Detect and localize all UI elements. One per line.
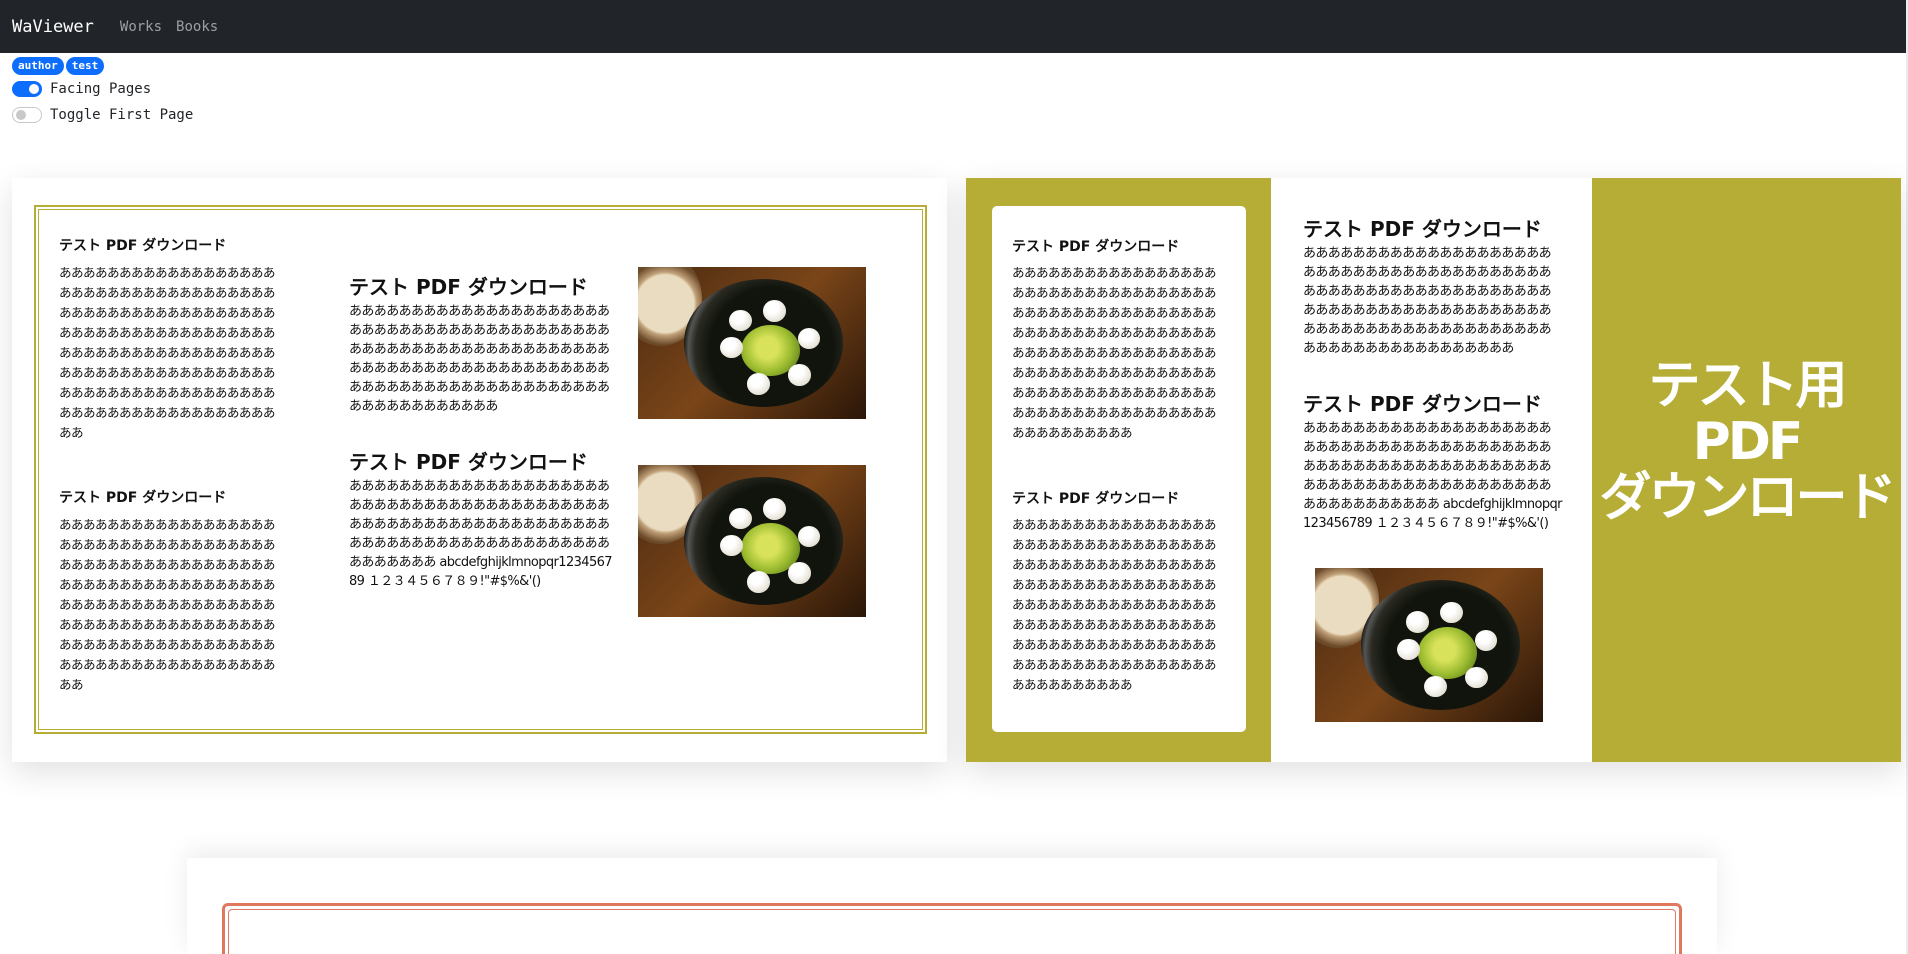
article-heading: テスト PDF ダウンロード (349, 275, 588, 299)
facing-pages-toggle[interactable] (12, 81, 42, 97)
body-text: ああああああああああああああああああああああああああああああああああああああああ… (59, 265, 275, 440)
brand-logo[interactable]: WaViewer (12, 17, 94, 37)
food-photo (638, 267, 866, 419)
pdf-page-right[interactable]: テスト PDF ダウンロード あああああああああああああああああああああああああ… (966, 178, 1901, 762)
section-heading: テスト PDF ダウンロード (1012, 491, 1180, 507)
text-card: テスト PDF ダウンロード あああああああああああああああああああああああああ… (992, 206, 1246, 732)
body-text: ああああああああああああああああああああああああああああああああああああああああ… (1012, 517, 1217, 692)
pdf-page-left[interactable]: テスト PDF ダウンロード あああああああああああああああああああああああああ… (12, 178, 947, 762)
cover-title-line: ダウンロード (1599, 468, 1896, 528)
nav-link-works[interactable]: Works (120, 19, 162, 35)
article-heading: テスト PDF ダウンロード (1303, 217, 1542, 241)
tag-test[interactable]: test (65, 57, 105, 75)
food-photo (638, 465, 866, 617)
article-body: ああああああああああああああああああああああああああああああああああああああああ… (349, 479, 613, 589)
cover-panel: テスト用 PDF ダウンロード (1592, 178, 1901, 762)
page-frame (222, 903, 1682, 954)
body-text: ああああああああああああああああああああああああああああああああああああああああ… (59, 517, 275, 692)
cover-title-line: PDF (1692, 412, 1804, 472)
first-page-label: Toggle First Page (50, 107, 194, 123)
section-heading: テスト PDF ダウンロード (59, 490, 227, 506)
navbar: WaViewer Works Books (0, 0, 1906, 53)
article-heading: テスト PDF ダウンロード (349, 450, 588, 474)
body-text: ああああああああああああああああああああああああああああああああああああああああ… (1012, 265, 1217, 440)
facing-pages-label: Facing Pages (50, 81, 152, 97)
tag-author[interactable]: author (12, 57, 64, 75)
first-page-row: Toggle First Page (12, 107, 193, 123)
facing-pages-row: Facing Pages (12, 81, 151, 97)
first-page-toggle[interactable] (12, 107, 42, 123)
article-body: ああああああああああああああああああああああああああああああああああああああああ… (349, 304, 610, 414)
tag-list: author test (12, 57, 105, 75)
article-heading: テスト PDF ダウンロード (1303, 392, 1542, 416)
pdf-page-next[interactable] (187, 858, 1717, 954)
nav-link-books[interactable]: Books (176, 19, 218, 35)
section-heading: テスト PDF ダウンロード (59, 238, 227, 254)
cover-title: テスト用 PDF ダウンロード (1592, 358, 1901, 526)
cover-title-line: テスト用 (1648, 356, 1847, 416)
section-heading: テスト PDF ダウンロード (1012, 239, 1180, 255)
food-photo (1315, 568, 1543, 722)
article-body: ああああああああああああああああああああああああああああああああああああああああ… (1303, 246, 1552, 356)
article-body: ああああああああああああああああああああああああああああああああああああああああ… (1303, 421, 1562, 531)
